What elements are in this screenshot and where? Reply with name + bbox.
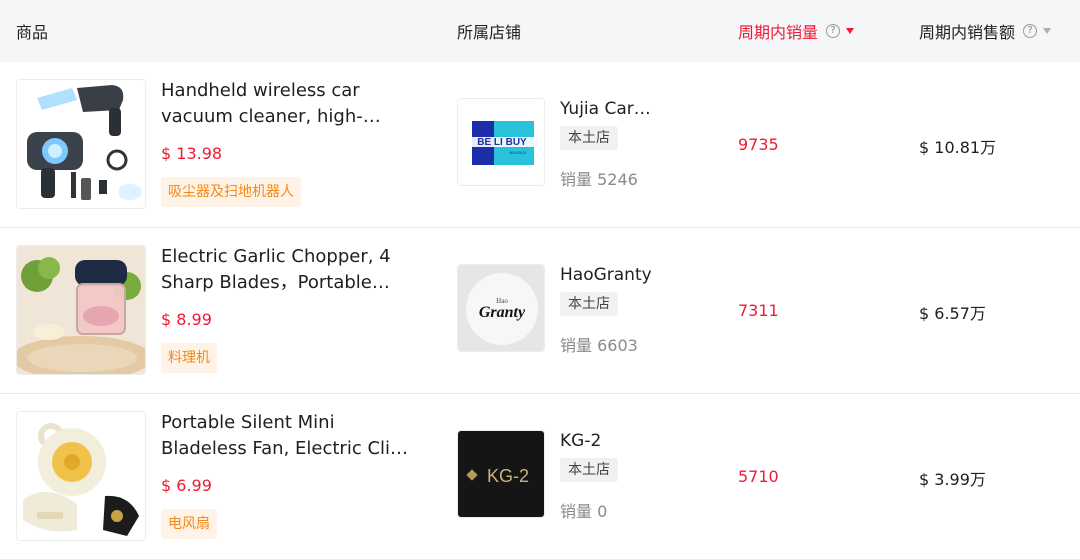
kg2-logo-icon: KG-2 [458, 431, 544, 517]
food-chopper-icon [17, 246, 145, 374]
store-sales: 销量 6603 [560, 336, 638, 355]
store-logo[interactable]: BE LI BUY BELIBUY [457, 98, 545, 186]
product-ranking-table: 商品 所属店铺 周期内销量 ? 周期内销售额 ? Handheld wirele… [0, 0, 1080, 560]
product-title[interactable]: Electric Garlic Chopper, 4 Sharp Blades，… [161, 244, 416, 296]
store-sales: 销量 0 [560, 502, 608, 521]
table-row[interactable]: Electric Garlic Chopper, 4 Sharp Blades，… [0, 228, 1080, 394]
haogranty-logo-icon: Hao Granty [458, 265, 544, 351]
table-row[interactable]: Portable Silent Mini Bladeless Fan, Elec… [0, 394, 1080, 560]
period-sales-value: 7311 [738, 301, 779, 320]
period-revenue-value: $ 10.81万 [919, 138, 997, 157]
store-name[interactable]: Yujia Car… [560, 99, 651, 119]
product-price: $ 8.99 [161, 310, 212, 329]
store-name[interactable]: KG-2 [560, 431, 601, 451]
store-logo[interactable]: KG-2 [457, 430, 545, 518]
vacuum-cleaner-icon [17, 80, 145, 208]
product-image[interactable] [16, 411, 146, 541]
product-image[interactable] [16, 79, 146, 209]
local-store-tag: 本土店 [560, 126, 618, 150]
local-store-tag: 本土店 [560, 292, 618, 316]
category-tag: 吸尘器及扫地机器人 [161, 177, 301, 207]
header-product-label: 商品 [16, 23, 49, 42]
header-store: 所属店铺 [457, 19, 521, 43]
header-period-revenue[interactable]: 周期内销售额 ? [919, 19, 1052, 43]
product-image[interactable] [16, 245, 146, 375]
logo-subtext: BELIBUY [510, 150, 527, 155]
period-revenue-value: $ 6.57万 [919, 304, 986, 323]
product-price: $ 6.99 [161, 476, 212, 495]
header-period-sales[interactable]: 周期内销量 ? [738, 19, 855, 43]
product-title[interactable]: Handheld wireless car vacuum cleaner, hi… [161, 78, 416, 130]
store-logo[interactable]: Hao Granty [457, 264, 545, 352]
help-icon[interactable]: ? [1023, 24, 1038, 38]
product-title[interactable]: Portable Silent Mini Bladeless Fan, Elec… [161, 410, 416, 462]
logo-text: Granty [479, 304, 526, 321]
category-tag: 料理机 [161, 343, 217, 373]
header-store-label: 所属店铺 [457, 23, 522, 42]
header-product: 商品 [16, 19, 48, 43]
logo-text: BE LI BUY [477, 137, 527, 148]
table-row[interactable]: Handheld wireless car vacuum cleaner, hi… [0, 62, 1080, 228]
product-price: $ 13.98 [161, 144, 223, 163]
logo-text: KG-2 [487, 466, 529, 486]
period-sales-value: 5710 [738, 467, 779, 486]
sort-caret-icon[interactable] [1043, 28, 1052, 34]
help-icon[interactable]: ? [826, 24, 841, 38]
header-period-revenue-label[interactable]: 周期内销售额 [919, 19, 1015, 43]
belibuy-logo-icon: BE LI BUY BELIBUY [458, 99, 544, 185]
table-header: 商品 所属店铺 周期内销量 ? 周期内销售额 ? [0, 0, 1080, 62]
neck-fan-icon [17, 412, 145, 540]
period-revenue-value: $ 3.99万 [919, 470, 986, 489]
local-store-tag: 本土店 [560, 458, 618, 482]
category-tag: 电风扇 [161, 509, 217, 539]
period-sales-value: 9735 [738, 135, 779, 154]
sort-desc-icon[interactable] [846, 28, 855, 34]
store-name[interactable]: HaoGranty [560, 265, 652, 285]
header-period-sales-label[interactable]: 周期内销量 [738, 19, 818, 43]
store-sales: 销量 5246 [560, 170, 638, 189]
